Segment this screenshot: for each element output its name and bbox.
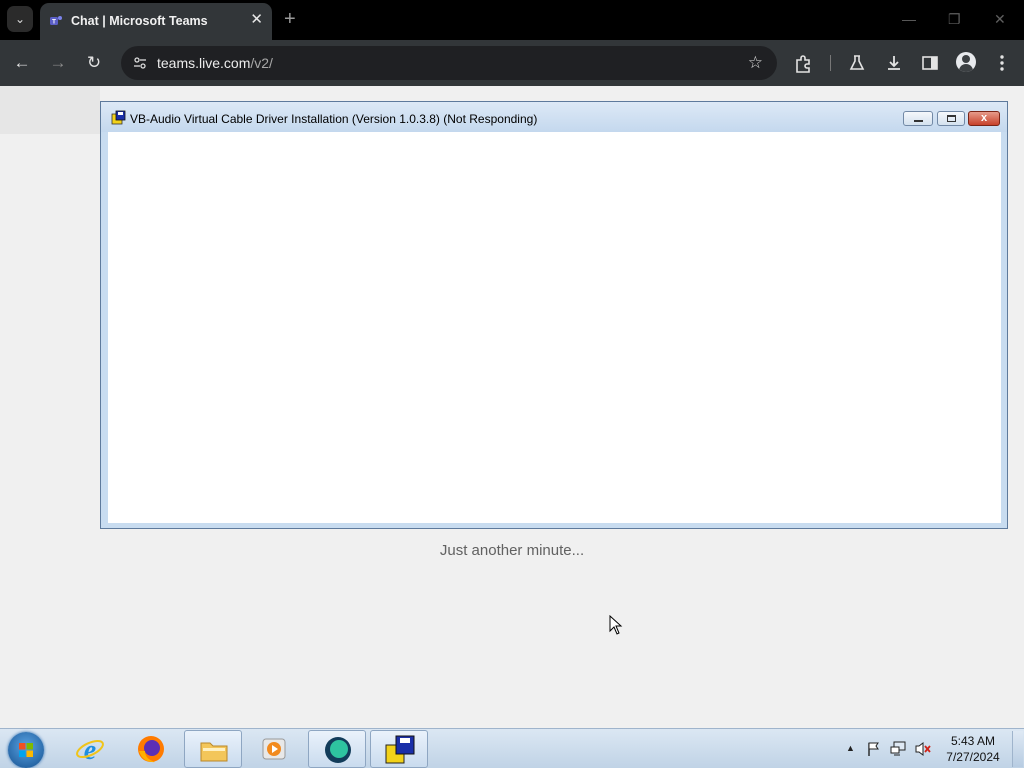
new-tab-button[interactable]: + <box>284 8 296 30</box>
site-info-icon[interactable] <box>133 56 147 70</box>
maximize-icon <box>947 115 956 122</box>
start-button[interactable] <box>8 732 44 768</box>
download-icon[interactable] <box>885 54 903 72</box>
svg-text:e: e <box>84 735 96 765</box>
taskbar-teams-installer[interactable] <box>308 730 366 768</box>
minimize-icon <box>914 120 923 122</box>
installer-maximize-button[interactable] <box>937 111 965 126</box>
browser-toolbar: ← → ↻ teams.live.com/v2/ ☆ <box>0 40 1024 86</box>
taskbar-file-explorer[interactable] <box>184 730 242 768</box>
taskbar-media-player[interactable] <box>245 730 303 768</box>
profile-avatar-icon[interactable] <box>956 52 976 72</box>
media-player-icon <box>262 738 286 760</box>
taskbar-internet-explorer[interactable]: e <box>61 730 119 768</box>
teams-icon: T <box>50 16 62 26</box>
installer-titlebar[interactable]: VB-Audio Virtual Cable Driver Installati… <box>101 102 1007 132</box>
mouse-cursor-icon <box>609 615 623 635</box>
tab-title: Chat | Microsoft Teams <box>71 14 208 28</box>
side-panel-icon[interactable] <box>921 54 939 72</box>
installer-app-icon <box>111 110 126 125</box>
address-bar[interactable]: teams.live.com/v2/ ☆ <box>121 46 777 80</box>
back-button[interactable]: ← <box>11 52 33 74</box>
taskbar-firefox[interactable] <box>122 730 180 768</box>
app-rail <box>0 86 100 134</box>
forward-button[interactable]: → <box>47 52 69 74</box>
firefox-icon <box>138 736 164 763</box>
menu-kebab-icon[interactable] <box>995 54 1009 72</box>
taskbar-vb-audio-setup[interactable] <box>370 730 428 768</box>
internet-explorer-icon: e <box>76 735 104 765</box>
window-minimize-button[interactable]: — <box>902 10 916 28</box>
show-hidden-icons-button[interactable]: ▲ <box>846 743 855 753</box>
windows-logo-icon <box>19 743 33 757</box>
installer-globe-icon <box>325 737 351 763</box>
installer-minimize-button[interactable] <box>903 111 933 126</box>
installer-title: VB-Audio Virtual Cable Driver Installati… <box>130 112 538 126</box>
volume-muted-icon[interactable] <box>914 741 932 757</box>
vb-audio-setup-icon <box>385 735 415 764</box>
svg-text:T: T <box>52 19 56 26</box>
system-clock[interactable]: 5:43 AM 7/27/2024 <box>940 733 1006 765</box>
bookmark-star-icon[interactable]: ☆ <box>748 53 763 73</box>
clock-date: 7/27/2024 <box>946 750 1000 764</box>
installer-client-area <box>108 132 1001 523</box>
window-close-button[interactable]: ✕ <box>994 10 1006 28</box>
reload-button[interactable]: ↻ <box>83 52 105 74</box>
tab-teams-chat[interactable]: T Chat | Microsoft Teams ✕ <box>40 3 272 40</box>
windows-taskbar: e ▲ 5:43 AM 7/27/2024 <box>0 728 1024 768</box>
toolbar-separator <box>830 55 831 71</box>
labs-flask-icon[interactable] <box>848 54 866 72</box>
tab-search-button[interactable]: ⌄ <box>7 6 33 32</box>
extensions-icon[interactable] <box>794 54 814 74</box>
window-restore-button[interactable]: ❐ <box>948 10 961 28</box>
clock-time: 5:43 AM <box>950 734 996 748</box>
folder-icon <box>200 742 228 762</box>
tab-close-icon[interactable]: ✕ <box>250 12 263 28</box>
installer-window[interactable]: VB-Audio Virtual Cable Driver Installati… <box>100 101 1008 529</box>
browser-titlebar: ⌄ T Chat | Microsoft Teams ✕ + — ❐ ✕ <box>0 0 1024 40</box>
url-text: teams.live.com/v2/ <box>157 55 273 71</box>
show-desktop-button[interactable] <box>1012 731 1023 767</box>
installer-close-button[interactable]: x <box>968 111 1000 126</box>
url-path: /v2/ <box>250 55 273 71</box>
network-icon[interactable] <box>890 741 908 757</box>
url-host: teams.live.com <box>157 55 251 71</box>
action-center-flag-icon[interactable] <box>866 741 882 757</box>
loading-status-text: Just another minute... <box>439 542 585 559</box>
